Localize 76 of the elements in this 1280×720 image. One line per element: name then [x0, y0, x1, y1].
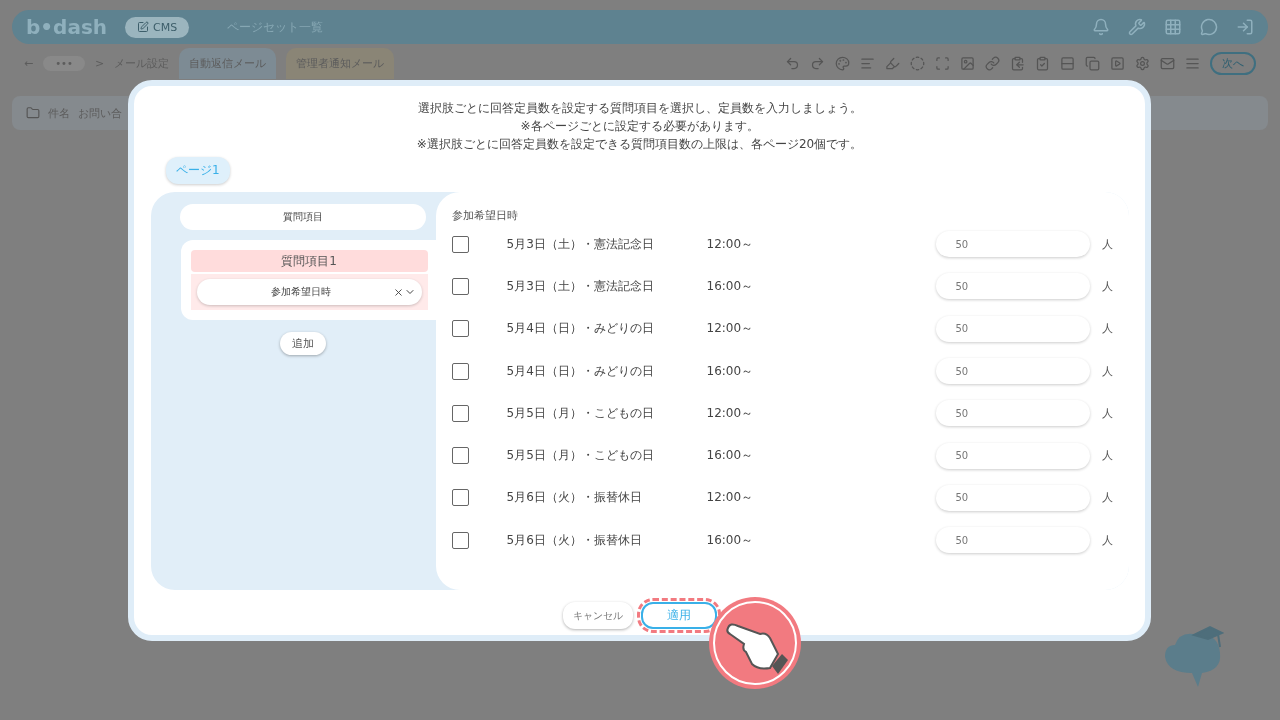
option-time: 16:00～	[706, 362, 754, 380]
redo-icon[interactable]	[810, 55, 825, 71]
unit-label: 人	[1101, 448, 1113, 464]
unit-label: 人	[1101, 532, 1113, 548]
option-label: 5月4日（日）・みどりの日	[506, 320, 655, 338]
image-icon[interactable]	[960, 55, 975, 71]
logout-icon[interactable]	[1236, 18, 1254, 36]
checkbox[interactable]	[451, 362, 469, 380]
bell-icon[interactable]	[1092, 18, 1110, 36]
question-select[interactable]: 参加希望日時	[196, 279, 422, 305]
option-label: 5月3日（土）・憲法記念日	[506, 235, 655, 253]
dashed-circle-icon[interactable]	[910, 55, 925, 71]
edit-icon	[137, 21, 150, 33]
capacity-field[interactable]: 50	[935, 484, 1090, 511]
column-header: 質問項目	[180, 204, 426, 230]
add-button[interactable]: 追加	[280, 332, 326, 355]
options-header: 参加希望日時	[451, 208, 519, 223]
checkbox[interactable]	[451, 489, 469, 507]
checkbox[interactable]	[451, 277, 469, 295]
unit-label: 人	[1101, 236, 1113, 252]
instruction-text: 選択肢ごとに回答定員数を設定する質問項目を選択し、定員数を入力しましょう。	[417, 100, 862, 117]
clipboard-icon[interactable]	[1010, 55, 1025, 71]
clear-icon[interactable]	[392, 286, 404, 298]
unit-label: 人	[1101, 363, 1113, 379]
capacity-field[interactable]: 50	[935, 527, 1090, 554]
capacity-field[interactable]: 50	[935, 231, 1090, 258]
clipboard-check-icon[interactable]	[1035, 55, 1050, 71]
option-time: 12:00～	[706, 320, 754, 338]
cms-button[interactable]: CMS	[125, 16, 190, 38]
checkbox[interactable]	[451, 531, 469, 549]
checkbox[interactable]	[451, 235, 469, 253]
mail-icon[interactable]	[1160, 55, 1175, 71]
settings-icon[interactable]	[1135, 55, 1150, 71]
unit-label: 人	[1101, 278, 1113, 294]
capacity-field[interactable]: 50	[935, 358, 1090, 385]
option-label: 5月4日（日）・みどりの日	[506, 362, 655, 380]
text-icon[interactable]	[860, 55, 875, 71]
folder-icon	[26, 106, 40, 120]
note-text: ※各ページごとに設定する必要があります。	[520, 118, 759, 135]
option-label: 5月5日（月）・こどもの日	[506, 404, 655, 422]
rows-icon[interactable]	[1060, 55, 1075, 71]
checkbox[interactable]	[451, 447, 469, 465]
option-label: 5月6日（火）・振替休日	[506, 489, 643, 507]
capacity-field[interactable]: 50	[935, 400, 1090, 427]
undo-icon[interactable]	[785, 55, 800, 71]
option-time: 16:00～	[706, 447, 754, 465]
copy-icon[interactable]	[1085, 55, 1100, 71]
question-title: 質問項目1	[190, 250, 428, 272]
option-time: 12:00～	[706, 404, 754, 422]
option-time: 12:00～	[706, 235, 754, 253]
unit-label: 人	[1101, 321, 1113, 337]
cancel-button[interactable]: キャンセル	[562, 602, 633, 629]
unit-label: 人	[1101, 405, 1113, 421]
wrench-icon[interactable]	[1128, 18, 1146, 36]
link-icon[interactable]	[985, 55, 1000, 71]
capacity-field[interactable]: 50	[935, 273, 1090, 300]
note-text: ※選択肢ごとに回答定員数を設定できる質問項目数の上限は、各ページ20個です。	[416, 136, 863, 153]
palette-icon[interactable]	[835, 55, 850, 71]
lines-icon[interactable]	[1185, 55, 1200, 71]
breadcrumb-separator: >	[94, 56, 105, 70]
play-icon[interactable]	[1110, 55, 1125, 71]
capacity-field[interactable]: 50	[935, 315, 1090, 342]
option-label: 5月6日（火）・振替休日	[506, 531, 643, 549]
unit-label: 人	[1101, 490, 1113, 506]
option-label: 5月3日（土）・憲法記念日	[506, 277, 655, 295]
frame-icon[interactable]	[935, 55, 950, 71]
checkbox[interactable]	[451, 320, 469, 338]
chat-icon[interactable]	[1200, 18, 1218, 36]
option-time: 16:00～	[706, 531, 754, 549]
capacity-field[interactable]: 50	[935, 442, 1090, 469]
option-time: 16:00～	[706, 277, 754, 295]
option-time: 12:00～	[706, 489, 754, 507]
highlighter-icon[interactable]	[885, 55, 900, 71]
checkbox[interactable]	[451, 404, 469, 422]
grid-icon[interactable]	[1164, 18, 1182, 36]
option-label: 5月5日（月）・こどもの日	[506, 447, 655, 465]
